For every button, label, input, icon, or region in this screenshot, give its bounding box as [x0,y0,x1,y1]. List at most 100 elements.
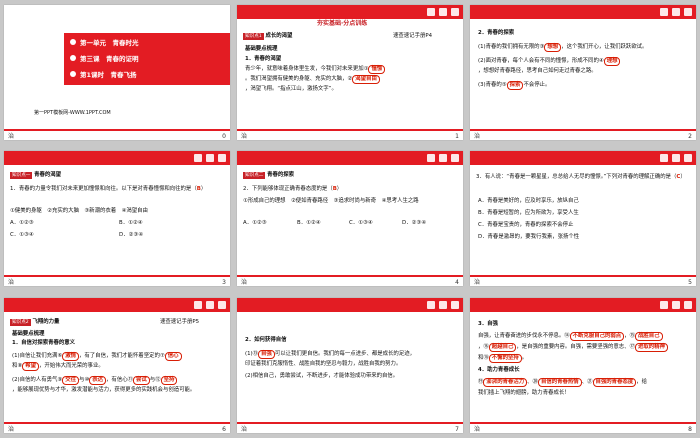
footer-left: 治 [241,133,248,140]
option-line: ①健美的身躯 ②充实的大脑 ③新潮的衣着 ④渴望自由 [10,208,148,214]
slide-thumbnail-1[interactable]: 夯实基础·分点训练 知识点1 成长的渴望 速查速记手册P4 基础要点梳理 1．青… [237,5,463,140]
home-icon [427,8,435,16]
item-heading: 2．如何获得自信 [245,337,287,343]
footer-left: 治 [8,279,15,286]
footer-left: 治 [8,133,15,140]
handbook-note: 速查速记手册P4 [393,33,433,39]
text-line: ⑲ 澎湃的青春活力 、⑳ 自信的青春热情 、㉑ 自强的青春态度 ，给 [478,378,647,387]
answer-blank: 信心 [164,352,182,361]
answer-blank: 自信的青春热情 [537,378,582,387]
knowledge-tag: 知识点二 [243,172,266,179]
knowledge-row: 知识点二 青春的探索 [243,171,294,180]
knowledge-tag: 知识点2 [10,319,31,326]
question-text: 2．下列能够体现正确青春态度的是（B） [243,186,343,192]
back-icon [672,154,680,162]
text: (3)青春的⑤ [478,82,507,88]
text-line: (1)⑬ 自强 可以让我们更自信。我们的每一点进步、都是成长的足迹， [245,350,415,359]
text: ，开始伟大而光荣的事业。 [39,363,104,369]
answer-blank: 探索 [506,81,524,90]
slide-thumbnail-3[interactable]: 知识点一 青春的渴望 1．青春的力量令我们对未来更加憧憬和向往。以下是对青春憧憬… [4,151,230,286]
text: 自强，让青春奋进的步伐永不停息。⑭ [478,333,570,339]
text-line: (2)面对青春，每个人会有不同的憧憬，形成不同的④ 理想 [478,57,621,66]
knowledge-row: 知识点1 成长的渴望 [243,32,292,41]
forward-icon [684,8,692,16]
answer: B [196,186,201,192]
slide-thumbnail-0[interactable]: 第一单元 青春时光 第三课 青春的证明 第1课时 青春飞扬 第一PPT模板网-W… [4,5,230,140]
home-icon [194,301,202,309]
slide-topbar [237,151,463,165]
slide-number: 0 [222,133,226,140]
text-line: (2)自信的人有勇气⑨ 交往 与⑩ 表达 ，有信心⑪ 尝试 与⑫ 坚持 [12,376,178,385]
back-icon [439,301,447,309]
knowledge-tag: 知识点一 [10,172,33,179]
knowledge-tag: 知识点1 [243,33,264,40]
text-line: 和⑧ 希望 ，开始伟大而光荣的事业。 [12,362,104,371]
answer-blank: 不懈的坚持 [488,354,522,363]
slide-number: 3 [222,279,226,286]
text: 3．有人说：“青春是一颗星星，总总给人无尽的憧憬。”下列对青春的理解正确的是（ [476,174,677,180]
option-b: B．青春是短暂的，应为所欲为，享受人生 [478,210,579,216]
forward-icon [684,301,692,309]
slide-footer: 治5 [470,275,696,286]
slide-thumbnail-7[interactable]: 2．如何获得自信 (1)⑬ 自强 可以让我们更自信。我们的每一点进步、都是成长的足迹… [237,298,463,433]
text: 和⑱ [478,355,489,361]
option-b: B．①②④ [119,220,143,226]
text: 可以让我们更自信。我们的每一点进步、都是成长的足迹， [274,351,415,357]
footer-left: 治 [474,133,481,140]
item-heading: 2．青春的探索 [478,30,515,36]
text: 1．青春的力量令我们对未来更加憧憬和向往。以下是对青春憧憬和向往的是（ [10,186,197,192]
slide-footer: 治8 [470,422,696,433]
knowledge-title: 青春的探索 [267,172,295,178]
item-heading: 1．青春的渴望 [245,56,282,62]
text: ，这个我们开心，让我们跃跃欲试。 [561,44,648,50]
answer-blank: 超越自己 [488,343,517,352]
slide-thumbnail-5[interactable]: 3．有人说：“青春是一颗星星，总总给人无尽的憧憬。”下列对青春的理解正确的是（C… [470,151,696,286]
text: 2．下列能够体现正确青春态度的是（ [243,186,333,192]
section-header: 夯实基础·分点训练 [317,20,368,27]
answer-blank: 激情 [62,352,79,361]
slide-topbar [470,298,696,312]
slide-thumbnail-2[interactable]: 2．青春的探索 (1)青春的我们拥有无限的③ 想想 ，这个我们开心，让我们跃跃欲试。… [470,5,696,140]
text-line: ，渴望飞翔。“指点江山，激扬文字”。 [245,86,337,92]
text: (2)面对青春，每个人会有不同的憧憬，形成不同的④ [478,58,604,64]
text-line: 青少年，就意味着身体里生发，今我们对未来更加① 憧憬 [245,65,386,74]
text: 不会停止。 [523,82,551,88]
knowledge-title: 青春的渴望 [34,172,62,178]
subheading: 基础要点梳理 [12,331,45,337]
option-a: A．①②③ [10,220,34,226]
bullet-icon [70,71,76,77]
item-heading: 1．自信对探索青春的意义 [12,340,76,346]
option-c: C．①③④ [349,220,373,226]
option-line: ①形成自己的理想 ②便如青春路径 ③追求时尚与新奇 ④思考人生之路 [243,198,419,204]
slide-topbar [237,5,463,19]
text-line: ，想想好青春路径，思考自己如何走过青春之路。 [478,68,597,74]
forward-icon [218,301,226,309]
slide-number: 1 [455,133,459,140]
option-a: A．①②③ [243,220,267,226]
knowledge-row: 知识点一 青春的渴望 [10,171,61,180]
text: 青少年，就意味着身体里生发，今我们对未来更加① [245,66,369,72]
question-text: 3．有人说：“青春是一颗星星，总总给人无尽的憧憬。”下列对青春的理解正确的是（C… [476,174,686,180]
slide-thumbnail-6[interactable]: 知识点2 飞翔的力量 速查速记手册P5 基础要点梳理 1．自信对探索青春的意义 … [4,298,230,433]
answer-blank: 希望 [22,362,40,371]
answer-blank: 表达 [89,376,107,385]
text: ，给 [636,379,648,385]
slide-topbar [470,151,696,165]
answer-blank: 渴望自由 [352,75,380,84]
text: ，有信心⑪ [106,377,133,383]
footer-text: 第一PPT模板网-WWW.1PPT.COM [34,110,111,116]
slide-thumbnail-8[interactable]: 3．自强 自强，让青春奋进的步伐永不停息。⑭ 不断克服自己的弱点 ，⑮ 战胜自己 ，⑯… [470,298,696,433]
text: 。我们渴望拥有健美的身躯、充实的大脑，② [245,76,353,82]
forward-icon [451,301,459,309]
answer-blank: 自强 [258,350,275,359]
slide-thumbnail-4[interactable]: 知识点二 青春的探索 2．下列能够体现正确青春态度的是（B） ①形成自己的理想 … [237,151,463,286]
text-line: ，能够展现优势与才华，激发潜能与活力，获得更多的实践机会与创造可能。 [12,387,196,393]
text-line: (1)自信让我们充满⑥ 激情 ，有了自信，我们才能怀着坚定的⑦ 信心 [12,352,182,361]
slide-number: 2 [688,133,692,140]
home-icon [660,301,668,309]
option-a: A．青春是美好的，应及时享乐，放纵自己 [478,198,579,204]
home-icon [427,301,435,309]
bullet-icon [70,55,76,61]
knowledge-title: 飞翔的力量 [32,319,60,325]
slide-footer: 治3 [4,275,230,286]
